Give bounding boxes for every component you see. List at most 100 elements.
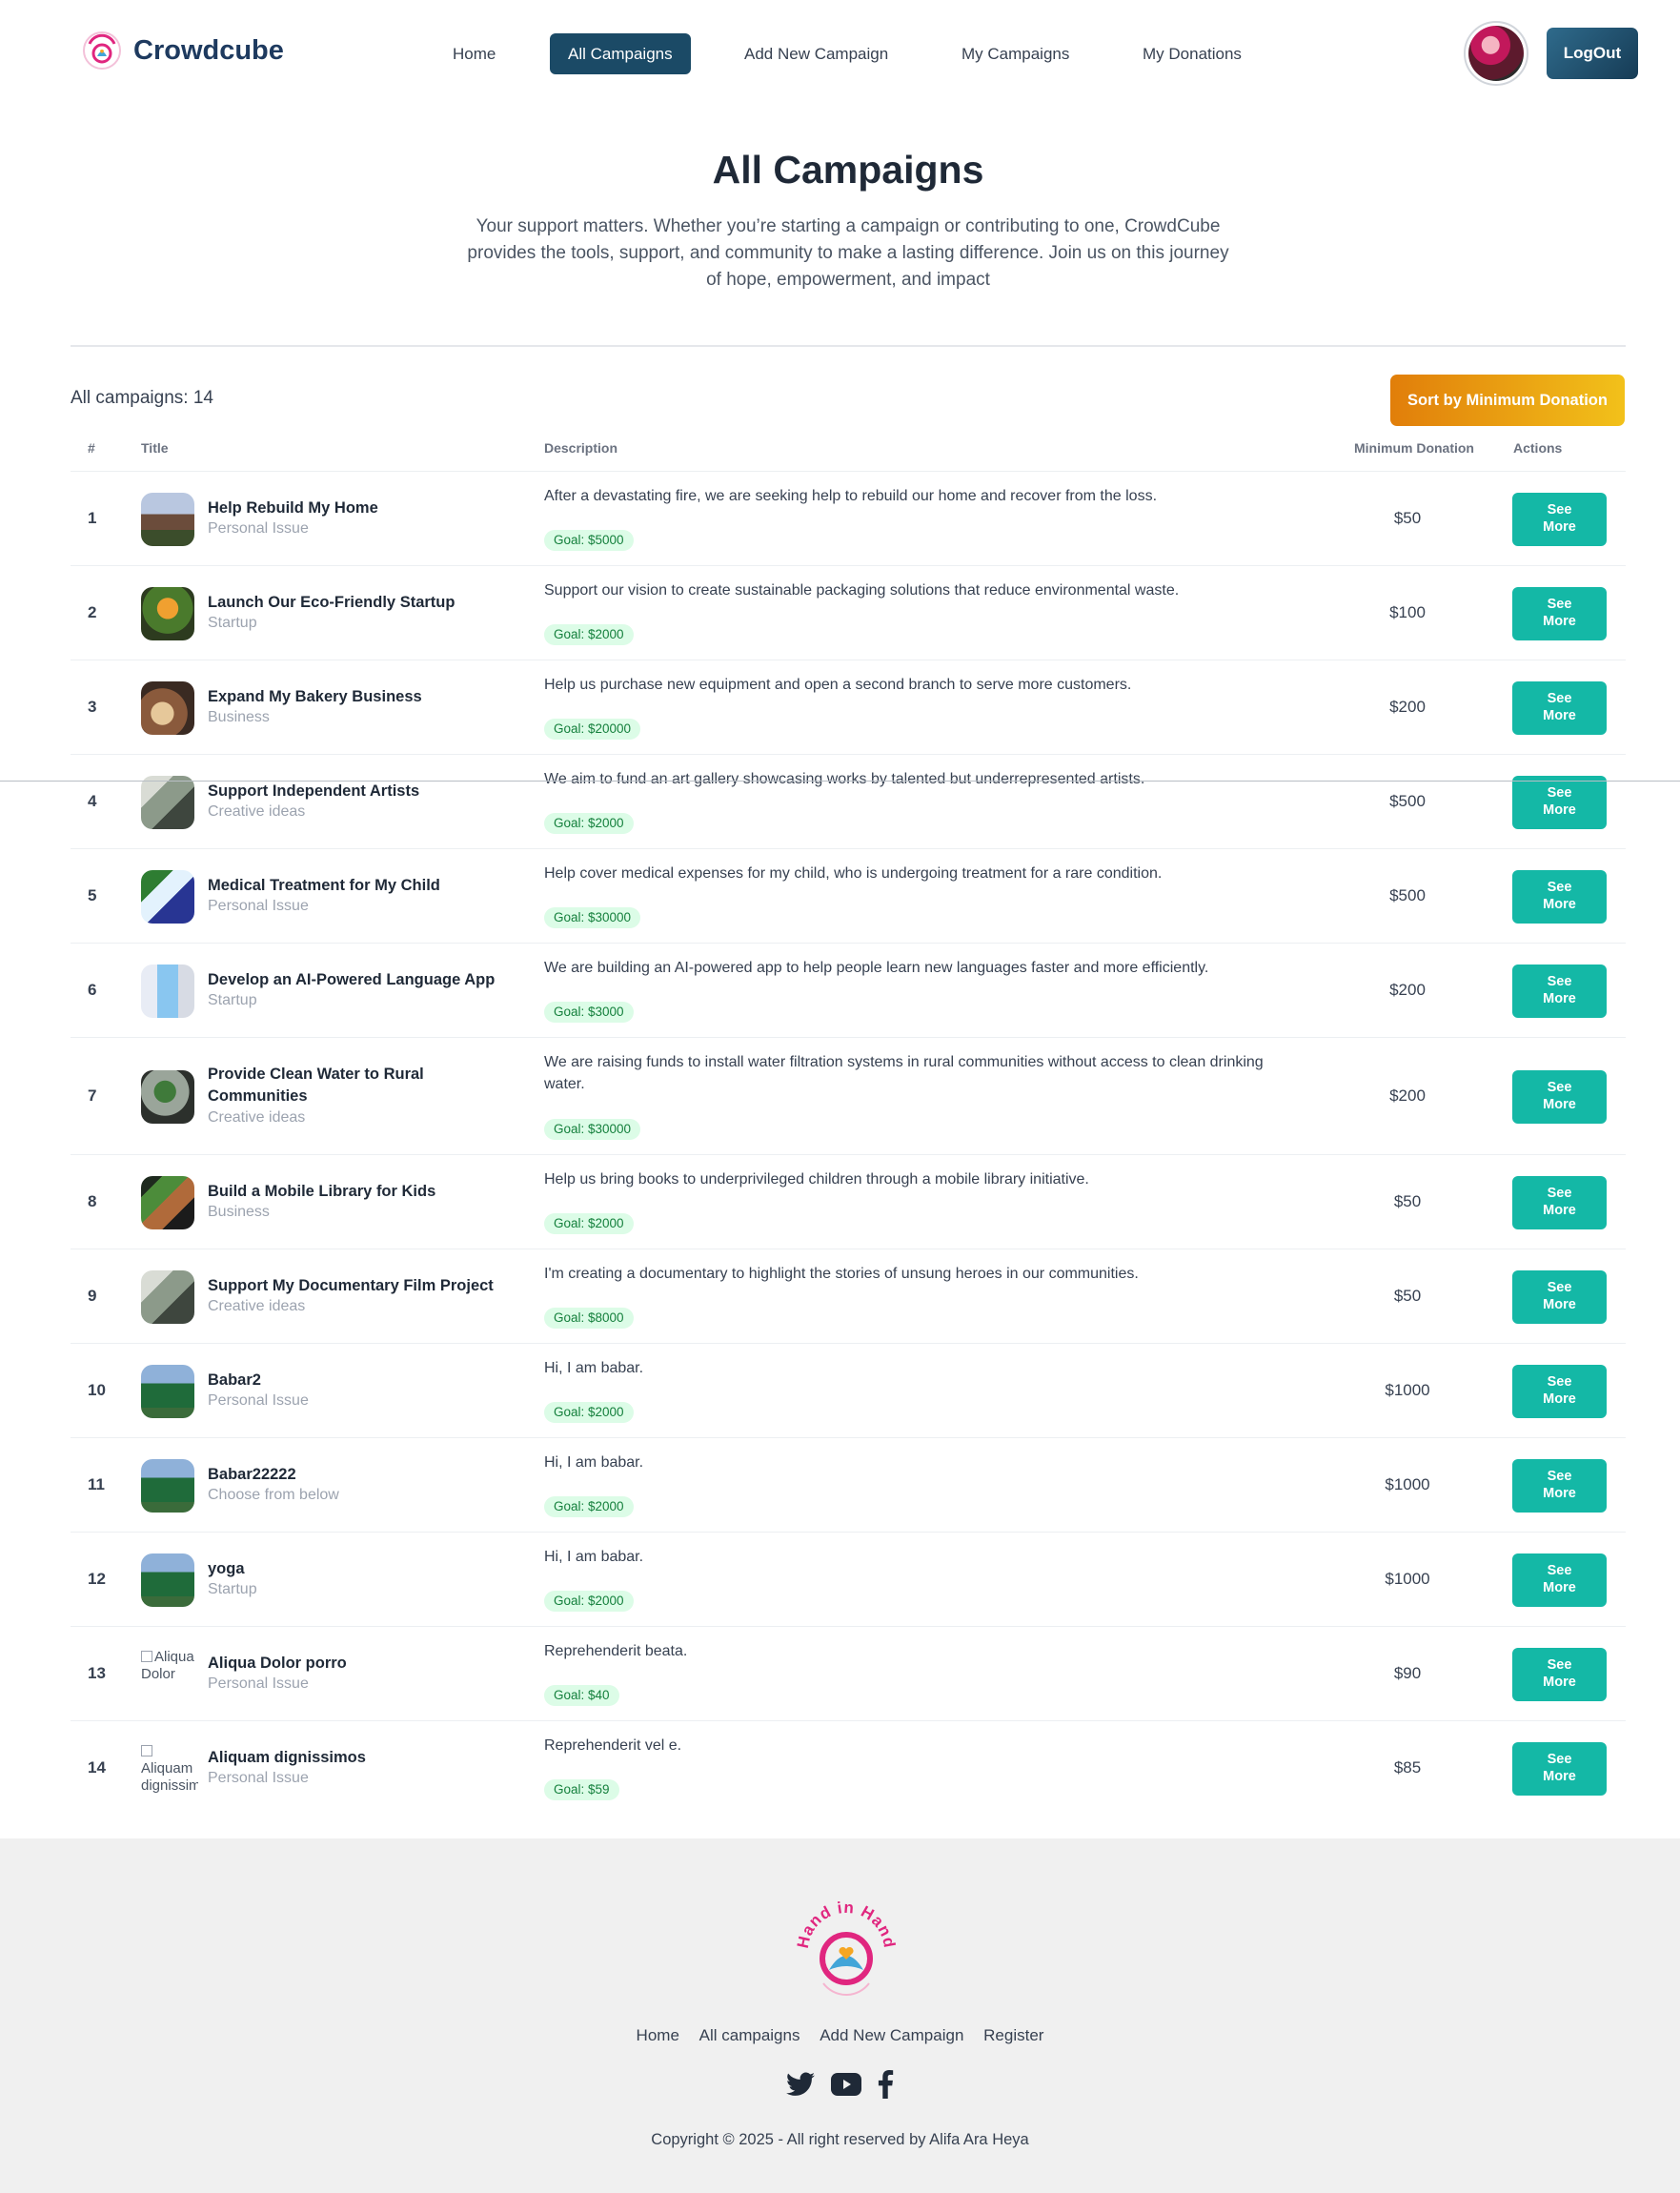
see-more-label: More	[1543, 1579, 1576, 1595]
campaign-category: Creative ideas	[208, 802, 306, 820]
table-row: 4 Support Independent Artists Creative ide…	[71, 754, 1626, 848]
campaign-category: Creative ideas	[208, 1297, 306, 1314]
see-more-button[interactable]: See More	[1512, 1553, 1607, 1607]
see-more-button[interactable]: See More	[1512, 680, 1607, 735]
campaign-thumbnail	[141, 1069, 194, 1124]
table-row: 6 Develop an AI-Powered Language App Start…	[71, 943, 1626, 1037]
header-description: Description	[544, 440, 618, 456]
row-number: 5	[88, 885, 97, 904]
table-header: # Title Description Minimum Donation Act…	[71, 438, 1626, 471]
table-row: 5 Medical Treatment for My Child Personal …	[71, 848, 1626, 943]
campaign-title[interactable]: Aliqua Dolor porro	[208, 1653, 522, 1675]
twitter-icon[interactable]	[786, 2072, 816, 2102]
campaign-description: We aim to fund an art gallery showcasing…	[544, 771, 1145, 787]
campaign-category: Personal Issue	[208, 1391, 309, 1409]
see-more-button[interactable]: See More	[1512, 1364, 1607, 1418]
see-more-label: See	[1547, 1656, 1572, 1673]
campaign-title[interactable]: yoga	[208, 1558, 522, 1580]
campaign-description: Help us purchase new equipment and open …	[544, 677, 1132, 693]
campaign-title[interactable]: Support Independent Artists	[208, 781, 522, 802]
campaign-title[interactable]: Expand My Bakery Business	[208, 686, 522, 708]
footer-link-add-new-campaign[interactable]: Add New Campaign	[820, 2026, 963, 2044]
goal-badge: Goal: $3000	[544, 1002, 634, 1023]
see-more-label: See	[1547, 1373, 1572, 1390]
row-number: 12	[88, 1569, 106, 1588]
campaign-category: Startup	[208, 991, 257, 1008]
campaign-title[interactable]: Help Rebuild My Home	[208, 497, 522, 519]
row-number: 3	[88, 697, 97, 716]
logout-button[interactable]: LogOut	[1547, 28, 1638, 79]
see-more-label: More	[1543, 707, 1576, 723]
row-number: 2	[88, 602, 97, 621]
see-more-label: More	[1543, 990, 1576, 1006]
row-number: 8	[88, 1191, 97, 1210]
campaign-title[interactable]: Support My Documentary Film Project	[208, 1275, 522, 1297]
campaign-title[interactable]: Medical Treatment for My Child	[208, 875, 522, 897]
see-more-label: More	[1543, 1674, 1576, 1690]
see-more-label: See	[1547, 501, 1572, 518]
see-more-label: More	[1543, 1391, 1576, 1407]
nav-add-new-campaign[interactable]: Add New Campaign	[726, 33, 906, 74]
see-more-button[interactable]: See More	[1512, 775, 1607, 829]
goal-badge: Goal: $30000	[544, 1119, 641, 1140]
campaign-description: We are raising funds to install water fi…	[544, 1054, 1264, 1092]
see-more-button[interactable]: See More	[1512, 1741, 1607, 1796]
nav-my-donations[interactable]: My Donations	[1124, 33, 1260, 74]
nav-my-campaigns[interactable]: My Campaigns	[943, 33, 1087, 74]
see-more-button[interactable]: See More	[1512, 492, 1607, 546]
svg-text:Hand in Hand: Hand in Hand	[795, 1899, 898, 1950]
footer-links: Home All campaigns Add New Campaign Regi…	[0, 2026, 1680, 2045]
sort-by-min-donation-button[interactable]: Sort by Minimum Donation	[1390, 375, 1625, 426]
campaign-thumbnail	[141, 775, 194, 829]
campaign-title[interactable]: Develop an AI-Powered Language App	[208, 969, 522, 991]
campaign-title[interactable]: Aliquam dignissimos	[208, 1747, 522, 1769]
footer-logo-icon: Hand in Hand	[795, 1899, 898, 1996]
page-title: All Campaigns	[712, 148, 984, 192]
campaign-title[interactable]: Provide Clean Water to Rural Communities	[208, 1064, 522, 1107]
goal-badge: Goal: $40	[544, 1685, 619, 1706]
see-more-label: See	[1547, 973, 1572, 989]
see-more-button[interactable]: See More	[1512, 1069, 1607, 1124]
campaign-title[interactable]: Babar22222	[208, 1464, 522, 1486]
goal-badge: Goal: $30000	[544, 907, 641, 928]
thumbnail-alt-text: Aliquam dignissimos	[141, 1759, 198, 1794]
goal-badge: Goal: $2000	[544, 813, 634, 834]
see-more-button[interactable]: See More	[1512, 964, 1607, 1018]
see-more-label: More	[1543, 802, 1576, 818]
campaign-category: Startup	[208, 614, 257, 631]
see-more-label: More	[1543, 518, 1576, 535]
see-more-button[interactable]: See More	[1512, 586, 1607, 640]
see-more-button[interactable]: See More	[1512, 1647, 1607, 1701]
see-more-button[interactable]: See More	[1512, 1269, 1607, 1324]
facebook-icon[interactable]	[877, 2070, 894, 2103]
row-number: 11	[88, 1474, 105, 1493]
minimum-donation: $500	[1389, 885, 1426, 904]
avatar[interactable]	[1464, 21, 1528, 86]
footer-link-home[interactable]: Home	[637, 2026, 679, 2044]
campaign-count: All campaigns: 14	[71, 388, 213, 408]
see-more-label: More	[1543, 1296, 1576, 1312]
footer-link-register[interactable]: Register	[983, 2026, 1043, 2044]
footer-link-all-campaigns[interactable]: All campaigns	[699, 2026, 800, 2044]
goal-badge: Goal: $2000	[544, 1402, 634, 1423]
campaign-table-body: 1 Help Rebuild My Home Personal Issue After…	[71, 471, 1626, 1815]
nav-home[interactable]: Home	[435, 33, 514, 74]
minimum-donation: $90	[1393, 1663, 1422, 1682]
see-more-button[interactable]: See More	[1512, 1175, 1607, 1229]
campaign-title[interactable]: Launch Our Eco-Friendly Startup	[208, 592, 522, 614]
goal-badge: Goal: $2000	[544, 1496, 634, 1517]
goal-badge: Goal: $59	[544, 1779, 619, 1800]
avatar-image	[1468, 26, 1524, 81]
header-actions: Actions	[1513, 440, 1563, 456]
minimum-donation: $50	[1393, 508, 1422, 527]
see-more-button[interactable]: See More	[1512, 1458, 1607, 1513]
campaign-category: Personal Issue	[208, 1675, 309, 1692]
table-row: 11 Babar22222 Choose from below Hi, I am ba…	[71, 1437, 1626, 1532]
nav-all-campaigns[interactable]: All Campaigns	[550, 33, 691, 74]
campaign-description: Help cover medical expenses for my child…	[544, 865, 1163, 882]
page-break-line	[0, 781, 1680, 782]
campaign-title[interactable]: Babar2	[208, 1370, 522, 1391]
campaign-title[interactable]: Build a Mobile Library for Kids	[208, 1181, 522, 1203]
see-more-button[interactable]: See More	[1512, 869, 1607, 924]
youtube-icon[interactable]	[830, 2073, 861, 2101]
